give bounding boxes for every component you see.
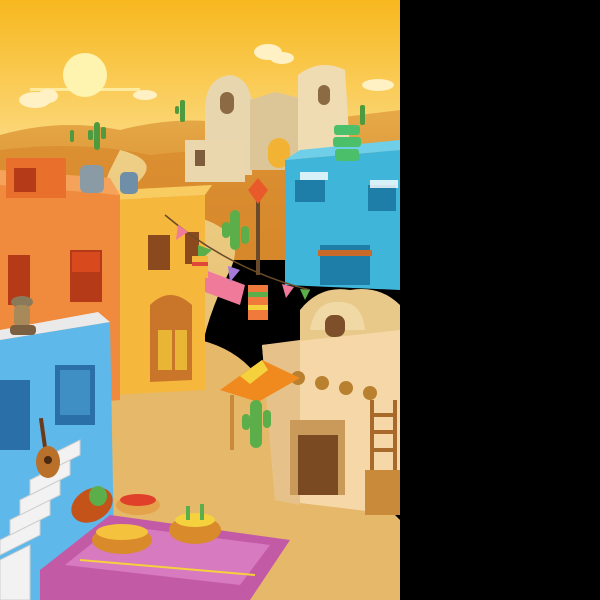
letterbox-area [400,0,600,600]
scene-illustration [0,0,400,600]
yellow-house [110,185,212,395]
stacked-pots [333,125,361,161]
mexican-village-scene [0,0,400,600]
teal-house [285,140,400,290]
game-screen [0,0,600,600]
